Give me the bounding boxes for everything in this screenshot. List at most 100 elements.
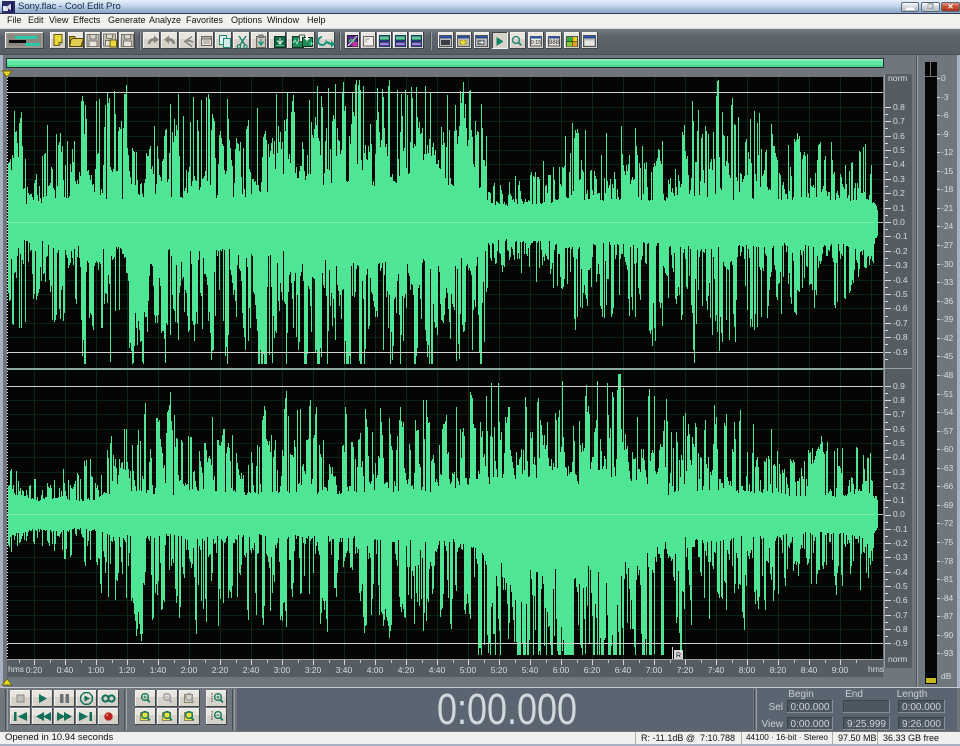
svg-text:0.2: 0.2 xyxy=(893,481,905,491)
svg-text:-57: -57 xyxy=(941,426,954,436)
svg-text:0.3: 0.3 xyxy=(893,174,905,184)
svg-text:-0.7: -0.7 xyxy=(893,318,908,328)
svg-text:3:20: 3:20 xyxy=(305,665,322,675)
svg-text:norm: norm xyxy=(888,73,907,83)
svg-text:8:00: 8:00 xyxy=(739,665,756,675)
svg-text:-3: -3 xyxy=(941,92,949,102)
svg-text:0.5: 0.5 xyxy=(893,145,905,155)
svg-text:-63: -63 xyxy=(941,463,954,473)
svg-text:Sel: Sel xyxy=(769,702,783,713)
svg-text:Length: Length xyxy=(897,689,928,700)
svg-text:-12: -12 xyxy=(941,147,954,157)
svg-text:4:00: 4:00 xyxy=(367,665,384,675)
svg-text:5:00: 5:00 xyxy=(460,665,477,675)
svg-text:2:40: 2:40 xyxy=(243,665,260,675)
svg-text:0.8: 0.8 xyxy=(893,395,905,405)
svg-text:0.0: 0.0 xyxy=(893,217,905,227)
svg-text:9:26.000: 9:26.000 xyxy=(902,719,941,730)
svg-text:1:40: 1:40 xyxy=(150,665,167,675)
svg-text:-39: -39 xyxy=(941,314,954,324)
svg-text:0.6: 0.6 xyxy=(893,131,905,141)
svg-text:-36: -36 xyxy=(941,296,954,306)
svg-text:888: 888 xyxy=(549,40,560,46)
svg-text:0.0: 0.0 xyxy=(893,509,905,519)
svg-text:5:20: 5:20 xyxy=(491,665,508,675)
svg-text:-0.1: -0.1 xyxy=(893,524,908,534)
svg-text:View: View xyxy=(762,719,784,730)
svg-text:0:15: 0:15 xyxy=(531,40,542,46)
svg-text:5:40: 5:40 xyxy=(522,665,539,675)
svg-text:6:40: 6:40 xyxy=(615,665,632,675)
svg-text:-30: -30 xyxy=(941,259,954,269)
svg-text:8:20: 8:20 xyxy=(770,665,787,675)
svg-text:0.5: 0.5 xyxy=(893,438,905,448)
svg-text:6:20: 6:20 xyxy=(584,665,601,675)
svg-text:-0.8: -0.8 xyxy=(893,624,908,634)
svg-text:9:00: 9:00 xyxy=(832,665,849,675)
svg-text:-0.2: -0.2 xyxy=(893,246,908,256)
svg-text:-75: -75 xyxy=(941,537,954,547)
svg-text:hms: hms xyxy=(8,664,24,674)
svg-text:-0.6: -0.6 xyxy=(893,595,908,605)
svg-text:0:40: 0:40 xyxy=(57,665,74,675)
svg-text:0: 0 xyxy=(941,73,946,83)
svg-text:6:00: 6:00 xyxy=(553,665,570,675)
svg-text:-87: -87 xyxy=(941,611,954,621)
svg-text:-0.7: -0.7 xyxy=(893,610,908,620)
svg-text:-84: -84 xyxy=(941,593,954,603)
svg-text:-0.8: -0.8 xyxy=(893,332,908,342)
svg-text:0:00.000: 0:00.000 xyxy=(791,719,830,730)
svg-text:-33: -33 xyxy=(941,277,954,287)
svg-text:0:00.000: 0:00.000 xyxy=(791,702,830,713)
svg-text:Begin: Begin xyxy=(788,689,814,700)
svg-text:-0.4: -0.4 xyxy=(893,567,908,577)
svg-text:2:20: 2:20 xyxy=(212,665,229,675)
svg-text:R: R xyxy=(676,653,681,660)
svg-text:-0.5: -0.5 xyxy=(893,581,908,591)
svg-text:-0.9: -0.9 xyxy=(893,638,908,648)
svg-text:0.6: 0.6 xyxy=(893,424,905,434)
svg-text:0.4: 0.4 xyxy=(893,159,905,169)
svg-text:-6: -6 xyxy=(941,110,949,120)
svg-text:hms: hms xyxy=(868,664,884,674)
svg-text:-0.3: -0.3 xyxy=(893,260,908,270)
svg-text:0.8: 0.8 xyxy=(893,102,905,112)
svg-text:-81: -81 xyxy=(941,574,954,584)
svg-text:-0.2: -0.2 xyxy=(893,538,908,548)
svg-text:-48: -48 xyxy=(941,370,954,380)
svg-text:0:00.000: 0:00.000 xyxy=(902,702,941,713)
svg-text:0.4: 0.4 xyxy=(893,452,905,462)
svg-text:-0.4: -0.4 xyxy=(893,275,908,285)
svg-text:-60: -60 xyxy=(941,444,954,454)
svg-text:0.1: 0.1 xyxy=(893,495,905,505)
svg-text:-42: -42 xyxy=(941,333,954,343)
svg-text:0:20: 0:20 xyxy=(26,665,43,675)
svg-text:-51: -51 xyxy=(941,389,954,399)
svg-text:End: End xyxy=(845,689,863,700)
svg-text:-45: -45 xyxy=(941,351,954,361)
svg-text:-78: -78 xyxy=(941,556,954,566)
svg-text:-0.3: -0.3 xyxy=(893,552,908,562)
svg-text:-66: -66 xyxy=(941,481,954,491)
svg-text:4:20: 4:20 xyxy=(398,665,415,675)
svg-text:0.2: 0.2 xyxy=(893,188,905,198)
svg-text:-9: -9 xyxy=(941,129,949,139)
svg-text:-27: -27 xyxy=(941,240,954,250)
svg-text:3:40: 3:40 xyxy=(336,665,353,675)
svg-text:-72: -72 xyxy=(941,518,954,528)
svg-text:1:00: 1:00 xyxy=(88,665,105,675)
svg-text:-54: -54 xyxy=(941,407,954,417)
svg-text:0:00.000: 0:00.000 xyxy=(437,687,577,732)
svg-text:2:00: 2:00 xyxy=(181,665,198,675)
svg-text:4:40: 4:40 xyxy=(429,665,446,675)
svg-text:-18: -18 xyxy=(941,184,954,194)
svg-text:0.7: 0.7 xyxy=(893,116,905,126)
svg-text:9:25.999: 9:25.999 xyxy=(847,719,886,730)
svg-text:0.7: 0.7 xyxy=(893,409,905,419)
svg-text:0.9: 0.9 xyxy=(893,381,905,391)
svg-text:0.1: 0.1 xyxy=(893,203,905,213)
svg-text:-0.6: -0.6 xyxy=(893,303,908,313)
svg-text:-15: -15 xyxy=(941,166,954,176)
svg-text:0.3: 0.3 xyxy=(893,467,905,477)
svg-text:-93: -93 xyxy=(941,648,954,658)
